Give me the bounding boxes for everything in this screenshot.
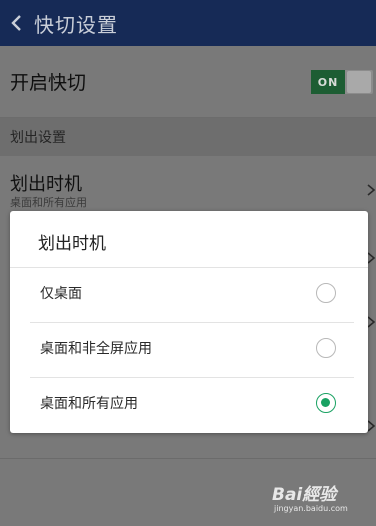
swipe-timing-title: 划出时机 xyxy=(10,174,82,195)
toggle-knob xyxy=(347,71,371,93)
toggle-on-text: ON xyxy=(311,70,345,94)
swipe-timing-dialog: 划出时机 仅桌面 桌面和非全屏应用 桌面和所有应用 xyxy=(10,211,368,433)
section-header: 划出设置 xyxy=(0,118,376,156)
option-label: 桌面和所有应用 xyxy=(40,396,138,412)
enable-quickswitch-row[interactable]: 开启快切 ON xyxy=(0,46,376,118)
divider xyxy=(0,458,376,459)
section-title: 划出设置 xyxy=(10,130,66,146)
radio-unchecked-icon[interactable] xyxy=(316,283,336,303)
option-desktop-all-apps[interactable]: 桌面和所有应用 xyxy=(10,377,368,432)
swipe-timing-row[interactable]: 划出时机 桌面和所有应用 xyxy=(0,156,376,216)
baidu-watermark: Bai經验 jingyan.baidu.com xyxy=(272,480,348,513)
watermark-brand: Bai經验 xyxy=(272,485,337,505)
enable-quickswitch-label: 开启快切 xyxy=(10,72,87,94)
title-bar: 快切设置 xyxy=(0,0,376,46)
option-desktop-only[interactable]: 仅桌面 xyxy=(10,267,368,322)
back-arrow-icon[interactable] xyxy=(10,12,30,34)
radio-checked-icon[interactable] xyxy=(316,393,336,413)
option-label: 仅桌面 xyxy=(40,286,82,302)
option-label: 桌面和非全屏应用 xyxy=(40,341,152,357)
option-desktop-nonfullscreen[interactable]: 桌面和非全屏应用 xyxy=(10,322,368,377)
enable-quickswitch-toggle[interactable]: ON xyxy=(311,70,373,94)
watermark-url: jingyan.baidu.com xyxy=(274,504,348,513)
chevron-right-icon xyxy=(366,182,376,196)
page-title: 快切设置 xyxy=(34,12,118,37)
swipe-timing-value: 桌面和所有应用 xyxy=(10,196,87,209)
dialog-title: 划出时机 xyxy=(38,234,106,254)
radio-unchecked-icon[interactable] xyxy=(316,338,336,358)
